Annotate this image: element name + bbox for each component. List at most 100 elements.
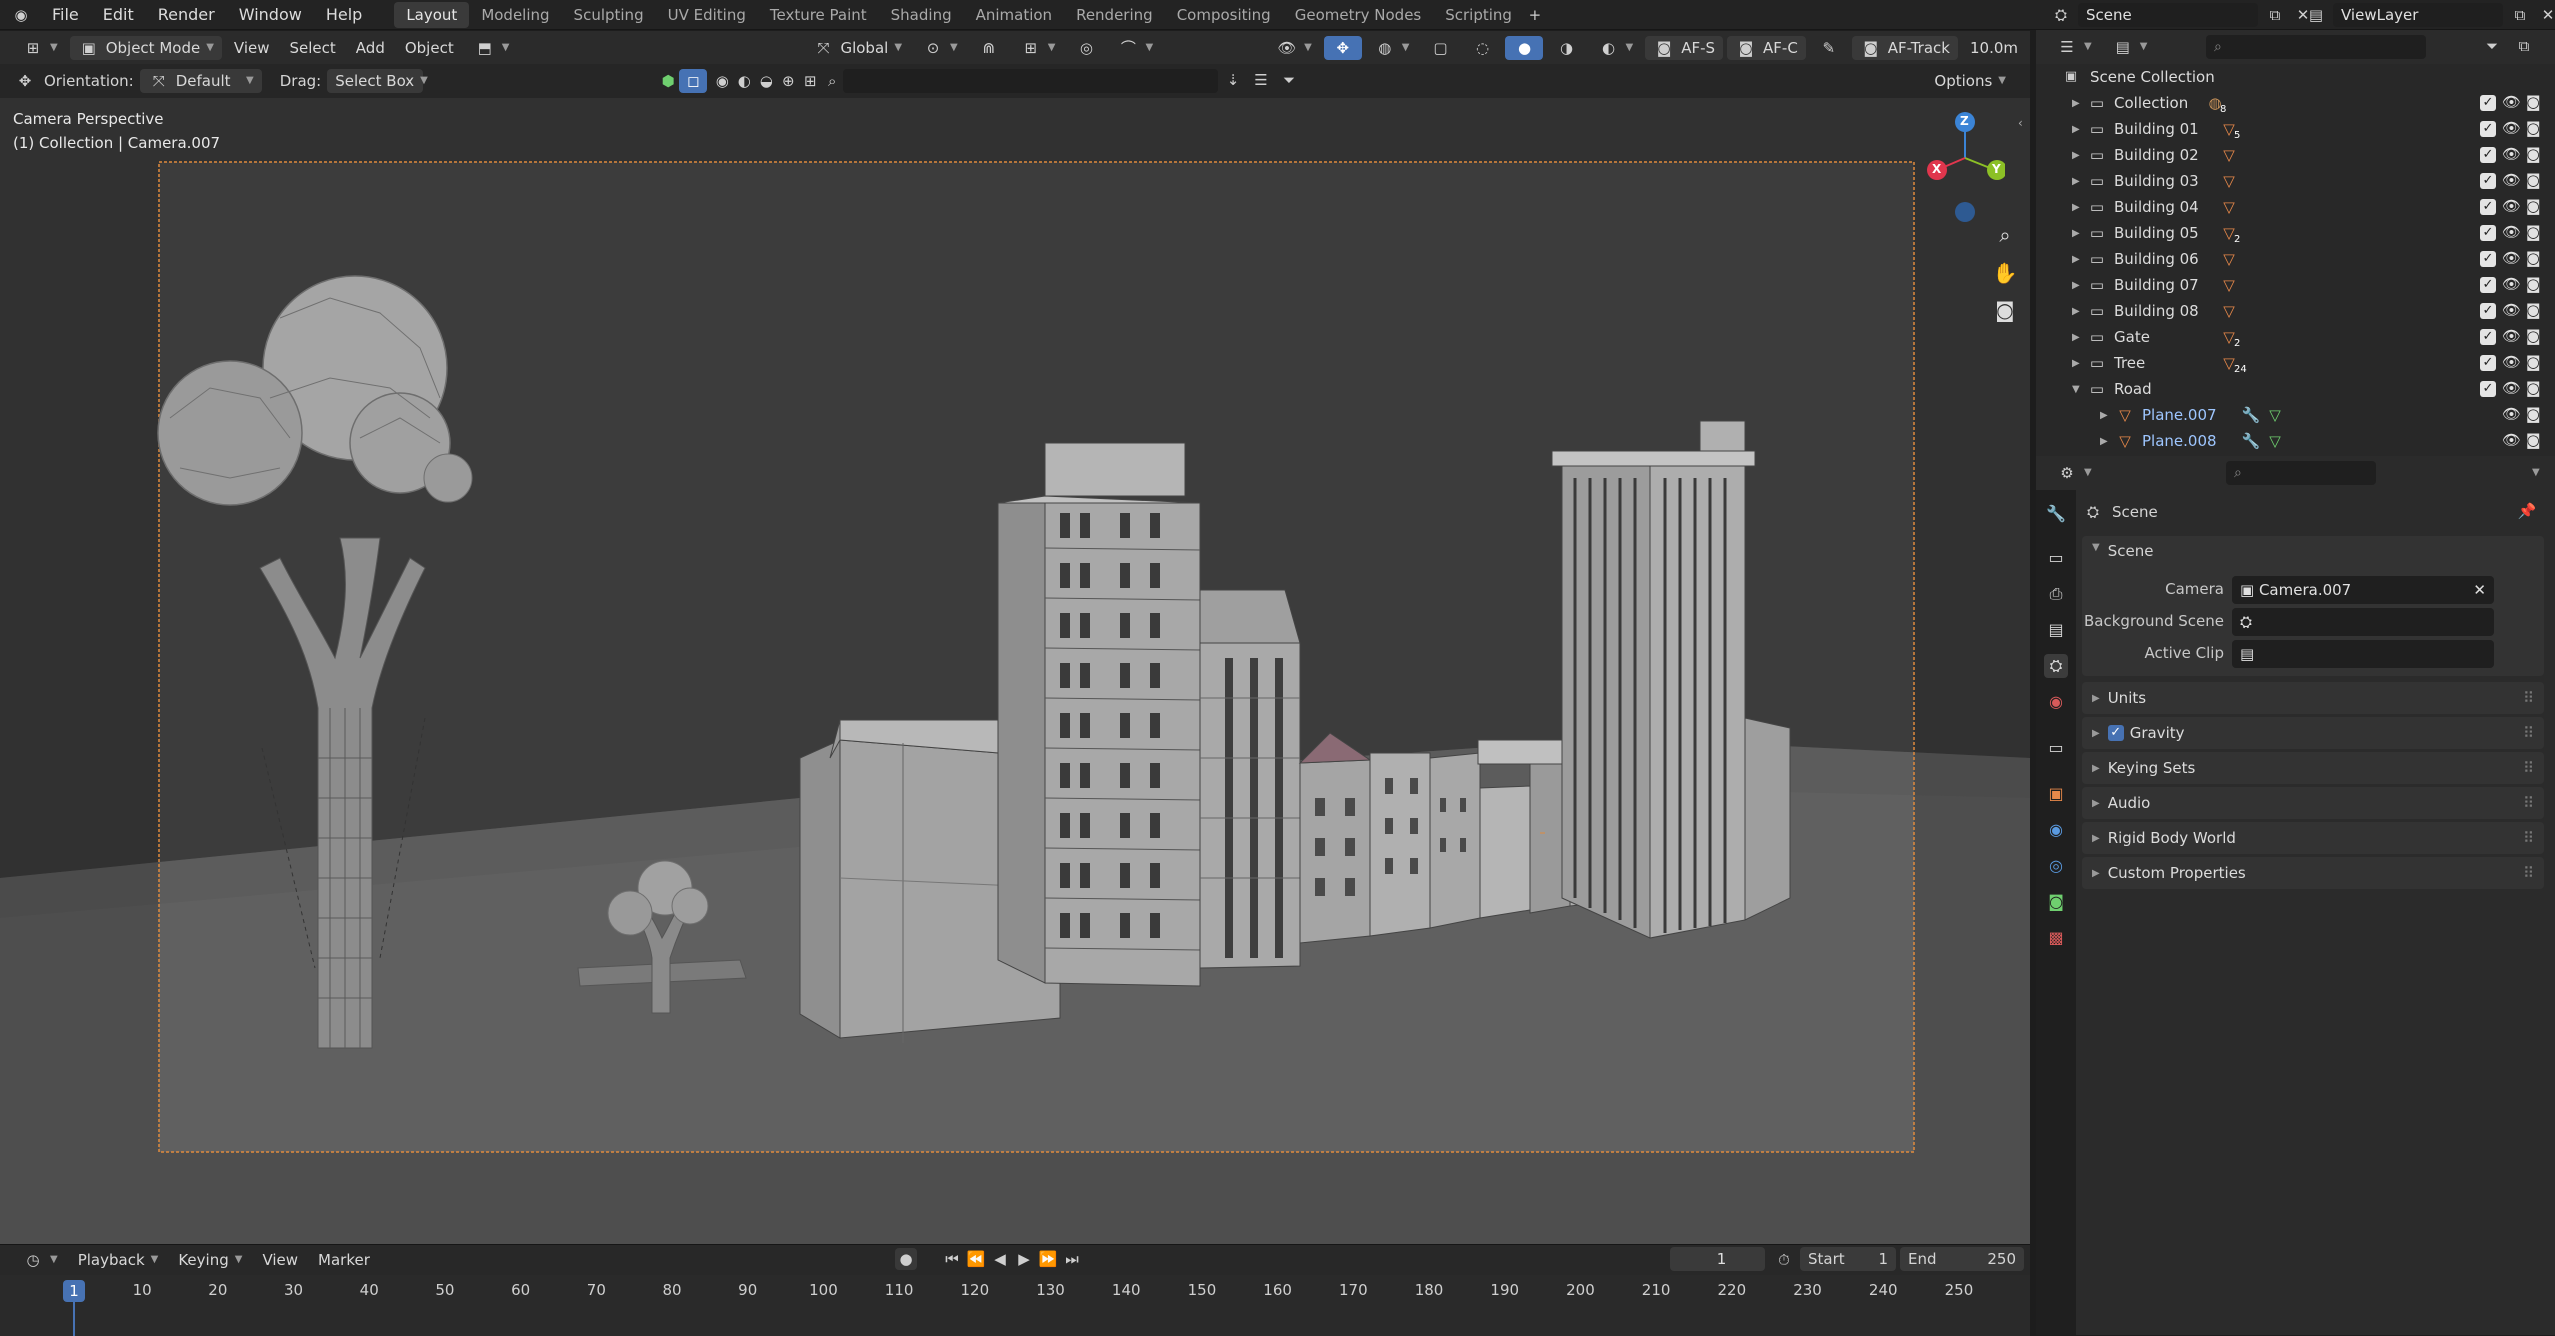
new-collection-icon[interactable]: ⧉ [2513, 35, 2535, 57]
render-tab-icon[interactable]: ▭ [2044, 546, 2068, 570]
render-camera-icon[interactable]: ◙ [2526, 119, 2541, 137]
object-tab-icon[interactable]: ▣ [2044, 782, 2068, 806]
af-c-button[interactable]: ◙ AF-C [1727, 35, 1806, 60]
tab-sculpting[interactable]: Sculpting [562, 2, 656, 28]
gravity-checkbox[interactable]: ✓ [2107, 725, 2124, 741]
outliner-item[interactable]: ▶ ▭ Building 03 ▽ ✓ 👁 ◙ [2036, 168, 2555, 194]
zoom-icon[interactable]: ⌕ [1990, 223, 2020, 253]
tab-animation[interactable]: Animation [964, 2, 1064, 28]
new-viewlayer-icon[interactable]: ⧉ [2509, 4, 2531, 26]
search-icon[interactable]: ⌕ [821, 70, 843, 92]
outliner-item[interactable]: ▶ ▭ Building 07 ▽ ✓ 👁 ◙ [2036, 272, 2555, 298]
menu-view[interactable]: View [226, 36, 278, 60]
modifier-wrench-icon[interactable]: 🔧 [2240, 404, 2262, 426]
visibility-eye-icon[interactable]: 👁 [2502, 405, 2521, 423]
render-camera-icon[interactable]: ◙ [2526, 223, 2541, 241]
exclude-checkbox[interactable]: ✓ [2480, 251, 2496, 267]
camera-field[interactable]: ▣ Camera.007 ✕ [2232, 576, 2494, 604]
tab-scripting[interactable]: Scripting [1433, 2, 1524, 28]
navigation-gizmo[interactable]: Z Y X [1925, 108, 2007, 228]
visibility-eye-icon[interactable]: 👁 [2502, 353, 2521, 371]
panel-gravity[interactable]: ▶ ✓ Gravity ⠿ [2082, 717, 2544, 749]
visibility-eye-icon[interactable]: 👁 [2502, 197, 2521, 215]
options-dropdown[interactable]: Options ▼ [1926, 69, 2014, 93]
render-camera-icon[interactable]: ◙ [2526, 145, 2541, 163]
3d-viewport[interactable]: Camera Perspective (1) Collection | Came… [0, 98, 2030, 1244]
mesh-object-icon[interactable]: ▽ [2218, 196, 2240, 218]
properties-options-caret[interactable]: ▼ [2532, 467, 2540, 478]
tab-geometry-nodes[interactable]: Geometry Nodes [1283, 2, 1434, 28]
collapsed-arrow-icon[interactable]: ▶ [2072, 150, 2080, 161]
af-track-button[interactable]: ◙ AF-Track [1851, 35, 1958, 60]
falloff-dropdown[interactable]: ⌒ ▼ [1109, 36, 1161, 60]
render-camera-icon[interactable]: ◙ [2526, 327, 2541, 345]
visibility-eye-icon[interactable]: 👁 [2502, 301, 2521, 319]
shading-material[interactable]: ◑ [1547, 36, 1585, 60]
drag-handle-icon[interactable]: ⠿ [2523, 759, 2534, 777]
panel-custom-properties[interactable]: ▶ Custom Properties ⠿ [2082, 857, 2544, 889]
focus-pick-button[interactable]: ✎ [1810, 36, 1848, 60]
tool-tab-icon[interactable]: 🔧 [2044, 502, 2068, 526]
exclude-checkbox[interactable]: ✓ [2480, 277, 2496, 293]
collapsed-arrow-icon[interactable]: ▶ [2072, 124, 2080, 135]
collapsed-arrow-icon[interactable]: ▶ [2072, 332, 2080, 343]
shading-solid[interactable]: ● [1505, 35, 1544, 60]
snap-toggle[interactable]: ⋒ [970, 36, 1008, 60]
viewlayer-icon[interactable]: ▤ [2305, 4, 2327, 26]
exclude-checkbox[interactable]: ✓ [2480, 303, 2496, 319]
af-s-button[interactable]: ◙ AF-S [1645, 35, 1724, 60]
mesh-data-icon[interactable]: ▽ [2264, 430, 2286, 452]
tab-compositing[interactable]: Compositing [1165, 2, 1283, 28]
mesh-object-icon[interactable]: ▽ [2218, 274, 2240, 296]
panel-audio[interactable]: ▶ Audio ⠿ [2082, 787, 2544, 819]
render-camera-icon[interactable]: ◙ [2526, 93, 2541, 111]
focus-distance[interactable]: 10.0m [1962, 36, 2026, 60]
mesh-object-icon[interactable]: ▽ [2218, 300, 2240, 322]
viewport-search-input[interactable] [843, 69, 1218, 93]
exclude-checkbox[interactable]: ✓ [2480, 121, 2496, 137]
menu-help[interactable]: Help [314, 0, 374, 30]
properties-editor-type[interactable]: ⚙ ▼ [2048, 461, 2100, 485]
texture-tab-icon[interactable]: ▩ [2044, 926, 2068, 950]
outliner-filter-icon[interactable]: ⏷ [2481, 35, 2503, 57]
orientation-dropdown[interactable]: ⤧ Global ▼ [804, 36, 910, 60]
tab-shading[interactable]: Shading [879, 2, 964, 28]
visibility-eye-icon[interactable]: 👁 [2502, 145, 2521, 163]
scene-tab-icon[interactable]: ⛭ [2044, 654, 2068, 678]
physics-tab-icon[interactable]: ◎ [2044, 854, 2068, 878]
proportional-toggle[interactable]: ◎ [1067, 36, 1105, 60]
filter-icon[interactable]: ⏷ [1278, 69, 1300, 91]
exclude-checkbox[interactable]: ✓ [2480, 147, 2496, 163]
mesh-object-icon[interactable]: ▽ [2218, 170, 2240, 192]
xray-toggle[interactable]: ▢ [1421, 36, 1459, 60]
transform-tool-icon[interactable]: ✥ [14, 70, 36, 92]
outliner-item[interactable]: ▶ ▭ Building 02 ▽ ✓ 👁 ◙ [2036, 142, 2555, 168]
menu-window[interactable]: Window [227, 0, 314, 30]
outliner-item[interactable]: ▶ ▭ Building 06 ▽ ✓ 👁 ◙ [2036, 246, 2555, 272]
collapsed-arrow-icon[interactable]: ▶ [2072, 280, 2080, 291]
outliner-item[interactable]: ▼ ▭ Road ✓ 👁 ◙ [2036, 376, 2555, 402]
outliner-root[interactable]: ▣ Scene Collection [2036, 64, 2555, 90]
other-filter-icon[interactable]: ⊕ [777, 70, 799, 92]
tab-layout[interactable]: Layout [394, 1, 470, 28]
drag-handle-icon[interactable]: ⠿ [2523, 724, 2534, 742]
exclude-checkbox[interactable]: ✓ [2480, 173, 2496, 189]
sidebar-toggle-icon[interactable]: ‹ [2018, 116, 2023, 130]
drag-handle-icon[interactable]: ⠿ [2523, 829, 2534, 847]
shading-rendered[interactable]: ◐ ▼ [1589, 36, 1641, 60]
render-camera-icon[interactable]: ◙ [2526, 171, 2541, 189]
drag-handle-icon[interactable]: ⠿ [2523, 689, 2534, 707]
exclude-checkbox[interactable]: ✓ [2480, 381, 2496, 397]
modifier-wrench-icon[interactable]: 🔧 [2240, 430, 2262, 452]
collapsed-arrow-icon[interactable]: ▶ [2072, 306, 2080, 317]
menu-object[interactable]: Object [397, 36, 462, 60]
panel-rigid-body-world[interactable]: ▶ Rigid Body World ⠿ [2082, 822, 2544, 854]
exclude-checkbox[interactable]: ✓ [2480, 329, 2496, 345]
light-filter-icon[interactable]: ◐ [733, 70, 755, 92]
render-camera-icon[interactable]: ◙ [2526, 379, 2541, 397]
sort-icon[interactable]: ⇣ [1222, 69, 1244, 91]
outliner-item[interactable]: ▶ ▭ Building 05 ▽ 2 ✓ 👁 ◙ [2036, 220, 2555, 246]
camera-filter-icon[interactable]: ◒ [755, 70, 777, 92]
scene-name-field[interactable]: Scene [2078, 3, 2258, 27]
data-tab-icon[interactable]: ◙ [2044, 890, 2068, 914]
